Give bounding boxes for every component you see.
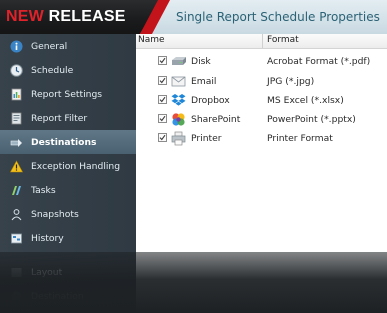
sidebar: General Schedule Report Settings Report … xyxy=(0,34,136,313)
column-divider[interactable] xyxy=(262,34,263,48)
row-checkbox[interactable] xyxy=(158,95,167,104)
snapshot-icon xyxy=(10,208,23,221)
dropbox-icon xyxy=(170,93,187,108)
column-header-format[interactable]: Format xyxy=(267,35,299,45)
list-header: Name Format xyxy=(136,34,387,49)
destinations-panel: Name Format Disk Acrobat Format (*.pdf) … xyxy=(136,34,387,313)
sidebar-item-schedule[interactable]: Schedule xyxy=(0,58,136,82)
row-checkbox[interactable] xyxy=(158,133,167,142)
row-name: Dropbox xyxy=(191,95,230,106)
app-window: NEW RELEASE Single Report Schedule Prope… xyxy=(0,0,387,313)
column-header-name[interactable]: Name xyxy=(138,35,165,45)
email-icon xyxy=(170,74,187,89)
row-format: JPG (*.jpg) xyxy=(267,76,315,87)
list-item[interactable]: Email JPG (*.jpg) xyxy=(136,72,387,91)
destination-icon xyxy=(10,290,23,303)
sidebar-item-label: Destination xyxy=(31,290,84,302)
warning-icon xyxy=(10,159,23,173)
row-checkbox[interactable] xyxy=(158,114,167,123)
clock-icon xyxy=(10,63,23,77)
sidebar-item-tasks[interactable]: Tasks xyxy=(0,178,136,202)
row-format: PowerPoint (*.pptx) xyxy=(267,114,356,125)
sidebar-item-snapshots[interactable]: Snapshots xyxy=(0,202,136,226)
dialog-title: Single Report Schedule Properties xyxy=(176,10,380,24)
list-item[interactable]: Printer Printer Format xyxy=(136,129,387,148)
sidebar-item-label: Report Settings xyxy=(31,88,103,100)
list-item[interactable]: Disk Acrobat Format (*.pdf) xyxy=(136,52,387,71)
sidebar-item-report-settings[interactable]: Report Settings xyxy=(0,82,136,106)
layout-icon xyxy=(10,266,23,279)
sidebar-item-exception-handling[interactable]: Exception Handling xyxy=(0,154,136,178)
sidebar-item-label: Layout xyxy=(31,266,63,278)
sidebar-item-report-filter[interactable]: Report Filter xyxy=(0,106,136,130)
filter-icon xyxy=(10,112,23,125)
disk-icon xyxy=(170,54,187,69)
new-release-label: NEW RELEASE xyxy=(6,8,126,26)
row-checkbox[interactable] xyxy=(158,56,167,65)
row-name: Email xyxy=(191,76,217,87)
sidebar-item-label: Destinations xyxy=(31,136,97,148)
row-name: Printer xyxy=(191,133,222,144)
sidebar-item-label: Exception Handling xyxy=(31,160,121,172)
row-name: SharePoint xyxy=(191,114,241,125)
sidebar-item-label: Tasks xyxy=(31,184,56,196)
sidebar-item-label: History xyxy=(31,232,64,244)
row-name: Disk xyxy=(191,56,211,67)
info-icon xyxy=(10,40,23,53)
history-icon xyxy=(10,232,23,245)
list-item[interactable]: SharePoint PowerPoint (*.pptx) xyxy=(136,110,387,129)
report-icon xyxy=(10,88,23,101)
sidebar-item-label: Schedule xyxy=(31,64,74,76)
sidebar-item-general[interactable]: General xyxy=(0,34,136,58)
row-format: Printer Format xyxy=(267,133,333,144)
sidebar-item-destinations[interactable]: Destinations xyxy=(0,130,136,154)
destinations-icon xyxy=(10,136,23,149)
sidebar-item-history[interactable]: History xyxy=(0,226,136,250)
sidebar-item-label: General xyxy=(31,40,68,52)
sidebar-item-destination[interactable]: Destination xyxy=(0,284,136,308)
row-format: Acrobat Format (*.pdf) xyxy=(267,56,371,67)
list-item[interactable]: Dropbox MS Excel (*.xlsx) xyxy=(136,91,387,110)
sidebar-item-label: Snapshots xyxy=(31,208,79,220)
printer-icon xyxy=(170,131,187,146)
sidebar-item-label: Report Filter xyxy=(31,112,88,124)
release-word: RELEASE xyxy=(48,8,126,25)
row-format: MS Excel (*.xlsx) xyxy=(267,95,344,106)
sharepoint-icon xyxy=(170,112,187,127)
row-checkbox[interactable] xyxy=(158,76,167,85)
sidebar-item-layout[interactable]: Layout xyxy=(0,260,136,284)
tasks-icon xyxy=(10,184,23,197)
new-word: NEW xyxy=(6,8,44,25)
